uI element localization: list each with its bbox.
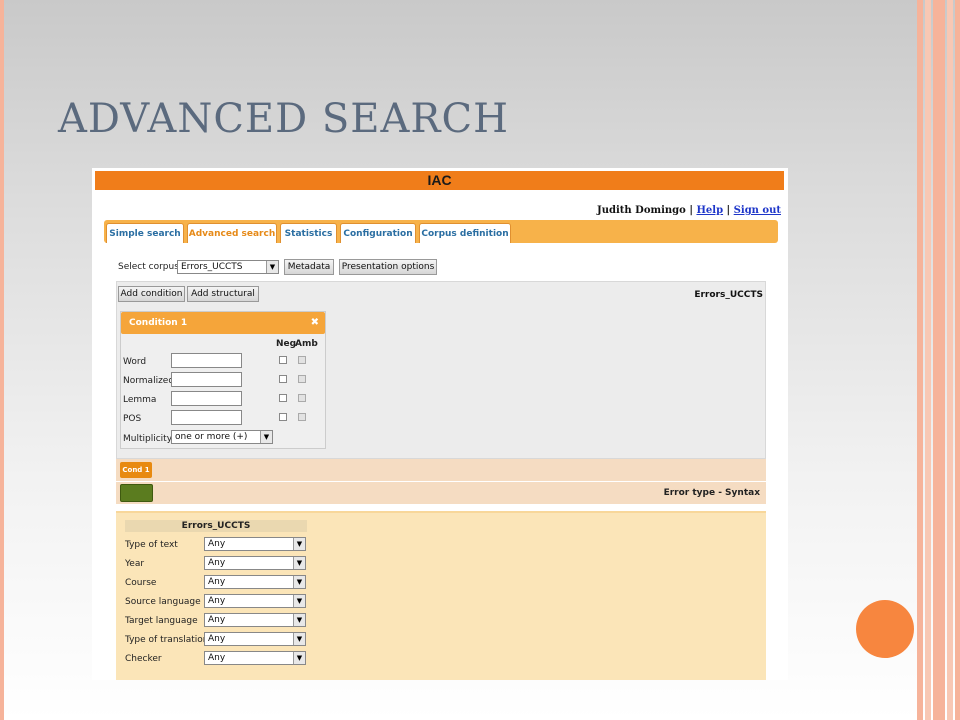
- chevron-down-icon: ▼: [293, 652, 305, 664]
- error-type-label: Error type - Syntax: [663, 488, 760, 498]
- course-select[interactable]: Any ▼: [204, 575, 306, 589]
- type-of-text-value: Any: [208, 539, 226, 549]
- word-input[interactable]: [171, 353, 242, 368]
- year-label: Year: [125, 559, 145, 569]
- type-of-translation-label: Type of translation: [125, 635, 209, 645]
- cond-chip[interactable]: Cond 1: [120, 462, 152, 478]
- neg-header: Neg: [276, 339, 297, 349]
- user-bar: Judith Domingo | Help | Sign out: [597, 205, 781, 216]
- help-link[interactable]: Help: [696, 205, 723, 216]
- decor-stripe: [933, 0, 945, 720]
- normalized-amb-checkbox[interactable]: [298, 375, 306, 383]
- user-name: Judith Domingo: [597, 205, 686, 216]
- target-language-label: Target language: [125, 616, 198, 626]
- normalized-input[interactable]: [171, 372, 242, 387]
- course-value: Any: [208, 577, 226, 587]
- decor-stripe: [955, 0, 960, 720]
- decor-stripe: [947, 0, 953, 720]
- word-amb-checkbox[interactable]: [298, 356, 306, 364]
- word-neg-checkbox[interactable]: [279, 356, 287, 364]
- lemma-input[interactable]: [171, 391, 242, 406]
- year-value: Any: [208, 558, 226, 568]
- chevron-down-icon: ▼: [293, 538, 305, 550]
- query-corpus-name: Errors_UCCTS: [694, 290, 763, 300]
- pos-neg-checkbox[interactable]: [279, 413, 287, 421]
- pos-label: POS: [123, 414, 142, 424]
- corpus-select-value: Errors_UCCTS: [181, 262, 243, 272]
- pos-input[interactable]: [171, 410, 242, 425]
- run-search-button[interactable]: [120, 484, 153, 502]
- lemma-amb-checkbox[interactable]: [298, 394, 306, 402]
- chevron-down-icon: ▼: [266, 261, 278, 273]
- chevron-down-icon: ▼: [293, 557, 305, 569]
- decor-circle: [856, 600, 914, 658]
- type-of-translation-select[interactable]: Any ▼: [204, 632, 306, 646]
- chevron-down-icon: ▼: [260, 431, 272, 443]
- course-label: Course: [125, 578, 157, 588]
- target-language-value: Any: [208, 615, 226, 625]
- source-language-value: Any: [208, 596, 226, 606]
- corpus-select[interactable]: Errors_UCCTS ▼: [177, 260, 279, 274]
- pos-amb-checkbox[interactable]: [298, 413, 306, 421]
- tab-advanced-search[interactable]: Advanced search: [187, 223, 277, 243]
- left-edge-stripe: [0, 0, 4, 720]
- chevron-down-icon: ▼: [293, 576, 305, 588]
- checker-label: Checker: [125, 654, 162, 664]
- normalized-neg-checkbox[interactable]: [279, 375, 287, 383]
- checker-select[interactable]: Any ▼: [204, 651, 306, 665]
- checker-value: Any: [208, 653, 226, 663]
- multiplicity-select[interactable]: one or more (+) ▼: [171, 430, 273, 444]
- close-icon[interactable]: ✖: [311, 312, 319, 334]
- metadata-button[interactable]: Metadata: [284, 259, 334, 275]
- type-of-translation-value: Any: [208, 634, 226, 644]
- tab-simple-search[interactable]: Simple search: [106, 223, 184, 243]
- presentation-options-button[interactable]: Presentation options: [339, 259, 437, 275]
- word-label: Word: [123, 357, 147, 367]
- target-language-select[interactable]: Any ▼: [204, 613, 306, 627]
- normalized-label: Normalized: [123, 376, 175, 386]
- select-corpus-label: Select corpus:: [118, 262, 182, 272]
- separator: |: [726, 205, 731, 216]
- chevron-down-icon: ▼: [293, 633, 305, 645]
- multiplicity-value: one or more (+): [175, 432, 248, 442]
- year-select[interactable]: Any ▼: [204, 556, 306, 570]
- type-of-text-label: Type of text: [125, 540, 178, 550]
- slide-title: ADVANCED SEARCH: [58, 96, 509, 142]
- tab-statistics[interactable]: Statistics: [280, 223, 337, 243]
- amb-header: Amb: [295, 339, 318, 349]
- add-condition-button[interactable]: Add condition: [118, 286, 185, 302]
- chevron-down-icon: ▼: [293, 614, 305, 626]
- condition-strip: [116, 459, 766, 481]
- app-title-bar: IAC: [95, 171, 784, 190]
- source-language-select[interactable]: Any ▼: [204, 594, 306, 608]
- decor-stripe: [917, 0, 923, 720]
- condition-title: Condition 1: [129, 318, 188, 328]
- metadata-title: Errors_UCCTS: [125, 520, 307, 532]
- tab-corpus-definition[interactable]: Corpus definition: [419, 223, 511, 243]
- source-language-label: Source language: [125, 597, 201, 607]
- lemma-neg-checkbox[interactable]: [279, 394, 287, 402]
- tab-bar: Simple search Advanced search Statistics…: [104, 220, 778, 243]
- lemma-label: Lemma: [123, 395, 157, 405]
- add-structural-button[interactable]: Add structural: [187, 286, 259, 302]
- separator: |: [689, 205, 693, 216]
- app-window: IAC Judith Domingo | Help | Sign out Sim…: [92, 168, 788, 680]
- tab-configuration[interactable]: Configuration: [340, 223, 416, 243]
- signout-link[interactable]: Sign out: [734, 205, 781, 216]
- decor-stripe: [925, 0, 931, 720]
- multiplicity-label: Multiplicity: [123, 434, 173, 444]
- condition-header: Condition 1 ✖: [121, 312, 325, 334]
- chevron-down-icon: ▼: [293, 595, 305, 607]
- type-of-text-select[interactable]: Any ▼: [204, 537, 306, 551]
